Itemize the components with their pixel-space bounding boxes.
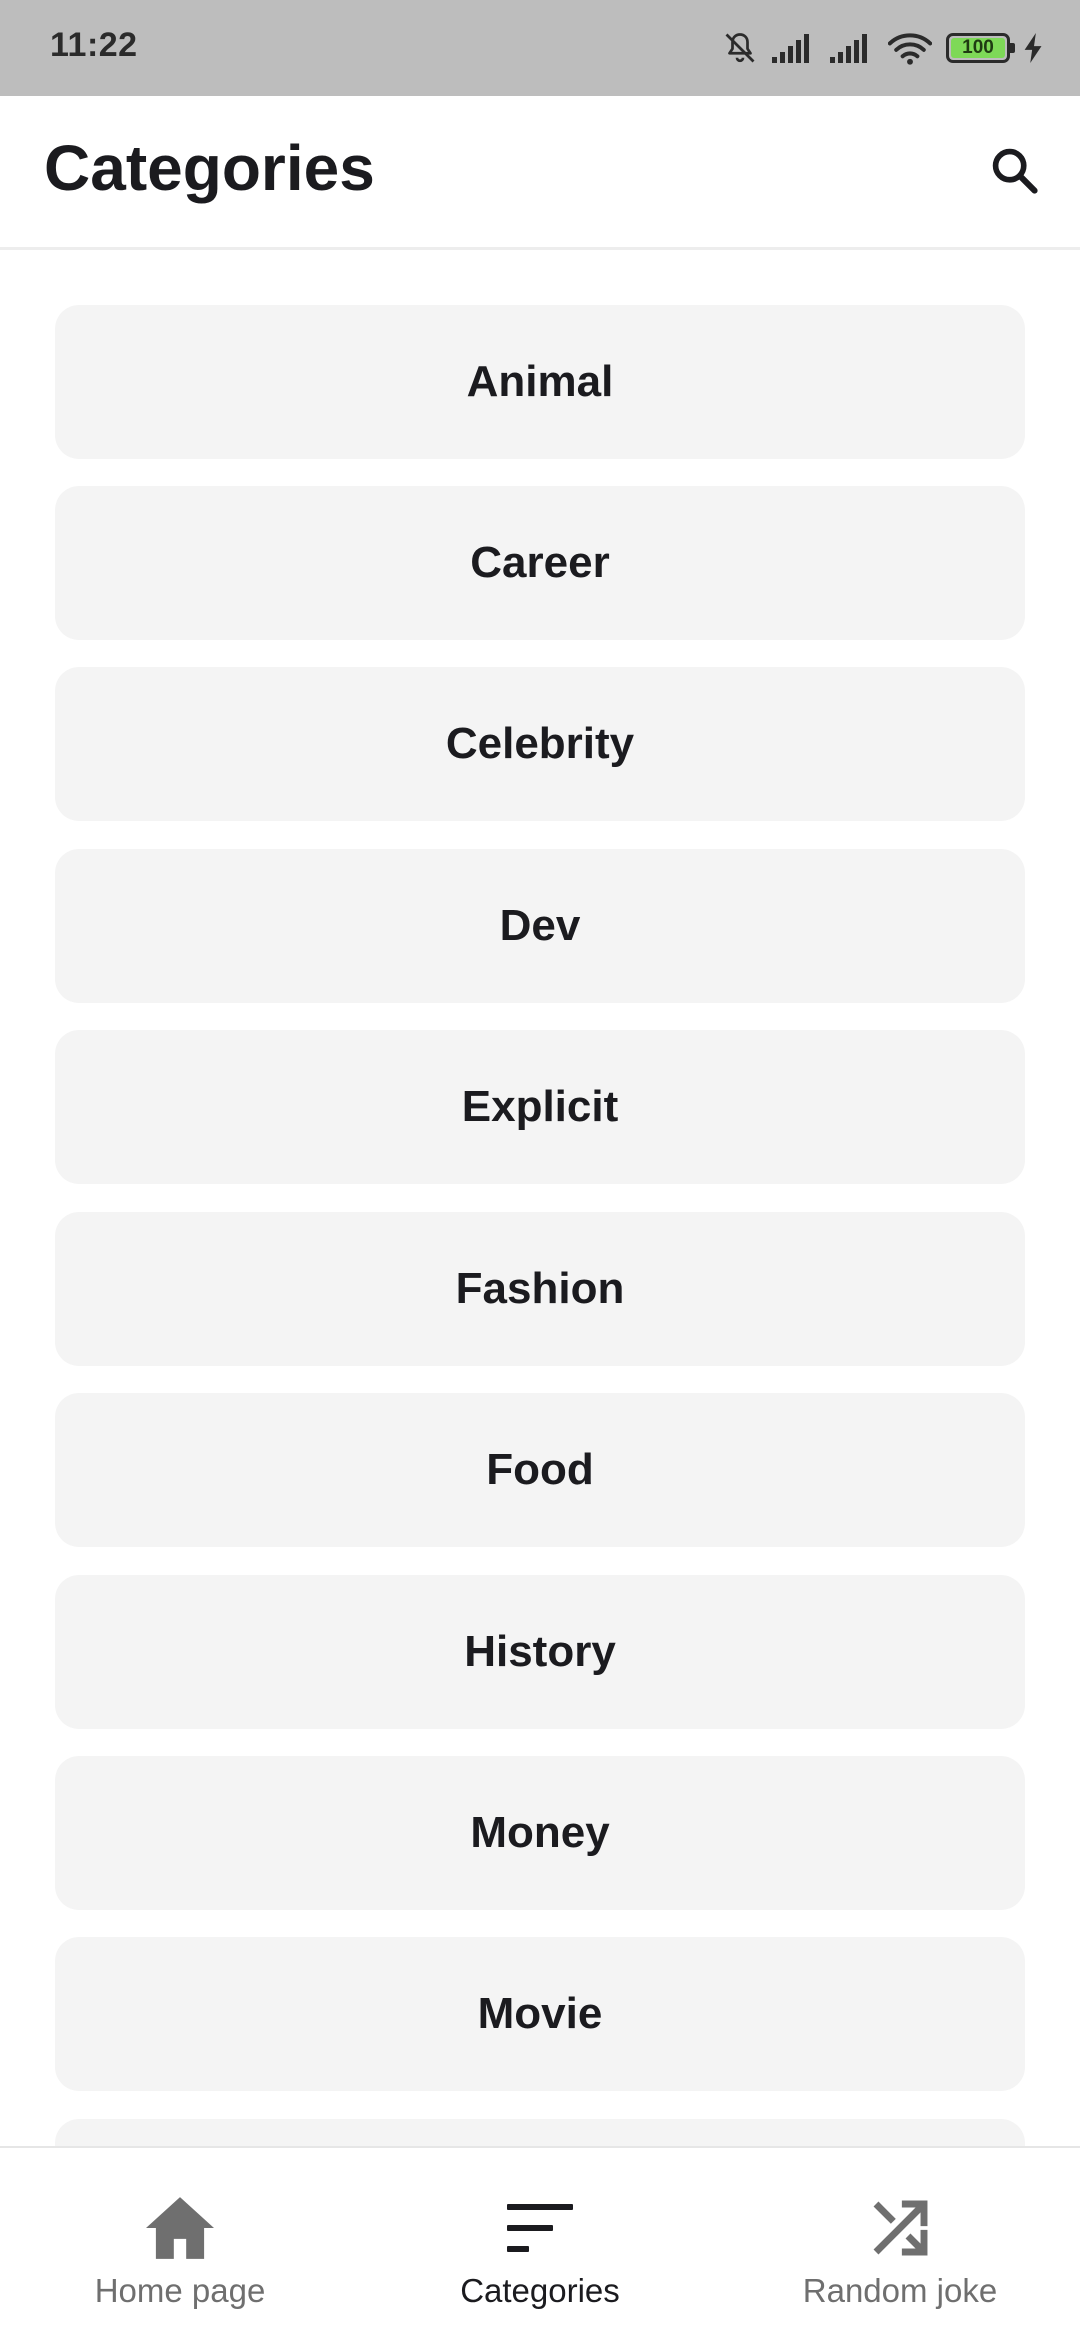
nav-item-random-joke[interactable]: Random joke <box>720 2148 1080 2340</box>
category-item-animal[interactable]: Animal <box>55 305 1025 459</box>
category-item-partial[interactable] <box>55 2119 1025 2146</box>
nav-label-random-joke: Random joke <box>802 2272 998 2309</box>
category-list[interactable]: Animal Career Celebrity Dev Explicit Fas… <box>0 250 1080 2146</box>
status-icons: 100 <box>722 28 1044 68</box>
bottom-nav: Home page Categories Random joke <box>0 2146 1080 2340</box>
bell-off-icon <box>722 30 758 66</box>
page-title: Categories <box>44 132 375 204</box>
category-item-dev[interactable]: Dev <box>55 849 1025 1003</box>
app-bar: Categories <box>0 96 1080 250</box>
battery-icon: 100 <box>946 33 1015 63</box>
sort-icon <box>500 2188 580 2268</box>
shuffle-icon <box>860 2188 940 2268</box>
category-item-celebrity[interactable]: Celebrity <box>55 667 1025 821</box>
category-item-money[interactable]: Money <box>55 1756 1025 1910</box>
signal-icon <box>772 33 816 63</box>
nav-item-categories[interactable]: Categories <box>360 2148 720 2340</box>
search-icon <box>988 144 1040 201</box>
nav-label-home: Home page <box>94 2272 266 2309</box>
battery-level: 100 <box>962 37 994 58</box>
home-icon <box>140 2188 220 2268</box>
signal-icon <box>830 33 874 63</box>
category-item-movie[interactable]: Movie <box>55 1937 1025 2091</box>
nav-item-home[interactable]: Home page <box>0 2148 360 2340</box>
category-item-food[interactable]: Food <box>55 1393 1025 1547</box>
nav-label-categories: Categories <box>460 2272 620 2309</box>
status-bar: 11:22 100 <box>0 0 1080 96</box>
category-item-fashion[interactable]: Fashion <box>55 1212 1025 1366</box>
charging-bolt-icon <box>1024 33 1044 63</box>
status-time: 11:22 <box>50 26 138 64</box>
category-item-explicit[interactable]: Explicit <box>55 1030 1025 1184</box>
category-item-history[interactable]: History <box>55 1575 1025 1729</box>
category-item-career[interactable]: Career <box>55 486 1025 640</box>
search-button[interactable] <box>978 136 1050 208</box>
wifi-icon <box>888 31 932 65</box>
